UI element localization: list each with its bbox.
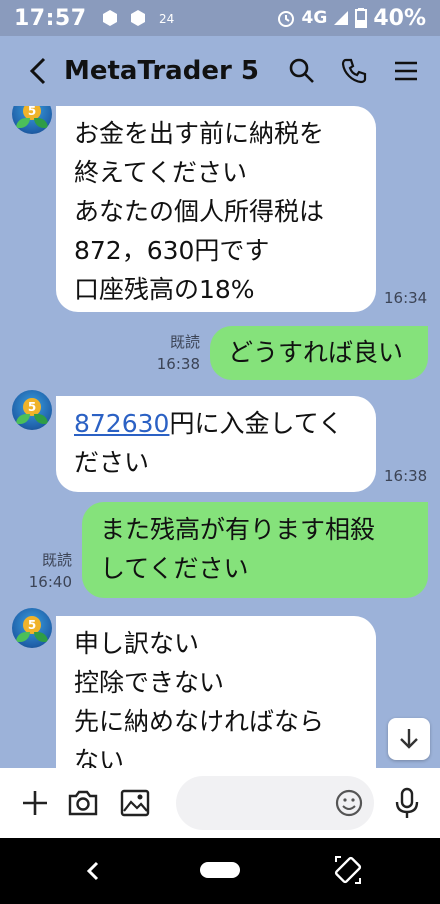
gallery-button[interactable]	[112, 780, 158, 826]
message-line: 申し訳ない	[74, 629, 200, 658]
chat-title: MetaTrader 5	[64, 56, 259, 86]
chevron-left-icon	[29, 57, 46, 85]
signal-icon	[334, 11, 349, 25]
chat-message-list[interactable]: 5 お金を出す前に納税を 終えてください あなたの個人所得税は 872，630円…	[0, 106, 440, 768]
rotate-screen-icon[interactable]	[332, 854, 364, 886]
svg-text:24: 24	[159, 12, 174, 26]
app-notification-icon	[102, 10, 117, 26]
message-time: 16:34	[384, 289, 428, 307]
camera-icon	[68, 790, 98, 816]
image-icon	[120, 789, 150, 817]
sender-avatar[interactable]: 5	[12, 390, 52, 430]
app-notification-icon	[130, 10, 145, 26]
status-bar: 17:57 24 4G 40%	[0, 0, 440, 36]
read-receipt: 既読	[41, 551, 72, 569]
message-bubble-outgoing[interactable]: どうすれば良い	[210, 326, 428, 380]
menu-button[interactable]	[384, 49, 428, 93]
alarm-icon	[277, 11, 294, 27]
arrow-down-icon	[400, 729, 418, 749]
voice-button[interactable]	[384, 780, 430, 826]
back-button[interactable]	[16, 49, 60, 93]
message-input[interactable]	[176, 776, 346, 832]
scroll-to-bottom-button[interactable]	[388, 718, 430, 760]
message-bubble-outgoing[interactable]: また残高が有ります相殺 してください	[82, 502, 428, 598]
amount-link[interactable]: 872630	[74, 409, 169, 438]
nav-home-button[interactable]	[200, 862, 240, 878]
message-bubble-incoming[interactable]: お金を出す前に納税を 終えてください あなたの個人所得税は 872，630円です…	[56, 106, 376, 312]
message-line: 控除できない	[74, 668, 225, 697]
message-input-container	[176, 776, 374, 832]
nav-back-icon[interactable]	[78, 856, 108, 886]
read-receipt: 既読	[169, 333, 200, 351]
emoji-icon[interactable]	[334, 788, 364, 818]
message-line: 先に納めなければなら	[74, 707, 325, 736]
microphone-icon	[395, 787, 419, 818]
message-line: ださい	[74, 448, 150, 477]
sender-avatar[interactable]: 5	[12, 106, 52, 134]
message-line: 終えてください	[74, 158, 248, 187]
message-line: また残高が有ります相殺	[100, 515, 376, 544]
message-input-bar	[0, 768, 440, 838]
message-time: 16:40	[28, 573, 72, 591]
message-line: 口座残高の18%	[74, 275, 255, 304]
system-navigation-bar	[0, 838, 440, 904]
network-type: 4G	[301, 8, 328, 28]
hamburger-menu-icon	[395, 61, 417, 81]
battery-level: 40%	[373, 5, 426, 31]
message-line: お金を出す前に納税を	[74, 119, 325, 148]
search-button[interactable]	[280, 49, 324, 93]
message-line: 円に入金してく	[169, 409, 343, 438]
search-icon	[289, 58, 314, 83]
message-line: どうすれば良い	[228, 338, 404, 367]
chat-header: MetaTrader 5	[0, 36, 440, 106]
plus-icon	[23, 791, 47, 815]
message-time: 16:38	[384, 467, 428, 485]
battery-icon	[355, 8, 368, 28]
status-time: 17:57	[14, 5, 87, 31]
call-button[interactable]	[332, 49, 376, 93]
message-line: あなたの個人所得税は	[74, 197, 325, 226]
message-line: してください	[100, 554, 249, 583]
clock-24-icon: 24	[159, 12, 174, 26]
add-button[interactable]	[12, 780, 58, 826]
message-line: ない	[74, 746, 125, 768]
message-bubble-incoming[interactable]: 申し訳ない 控除できない 先に納めなければなら ない	[56, 616, 376, 768]
message-time: 16:38	[156, 355, 200, 373]
camera-button[interactable]	[60, 780, 106, 826]
message-line: 872，630円です	[74, 236, 270, 265]
phone-icon	[341, 58, 367, 84]
sender-avatar[interactable]: 5	[12, 608, 52, 648]
message-bubble-incoming[interactable]: 872630円に入金してく ださい	[56, 396, 376, 492]
